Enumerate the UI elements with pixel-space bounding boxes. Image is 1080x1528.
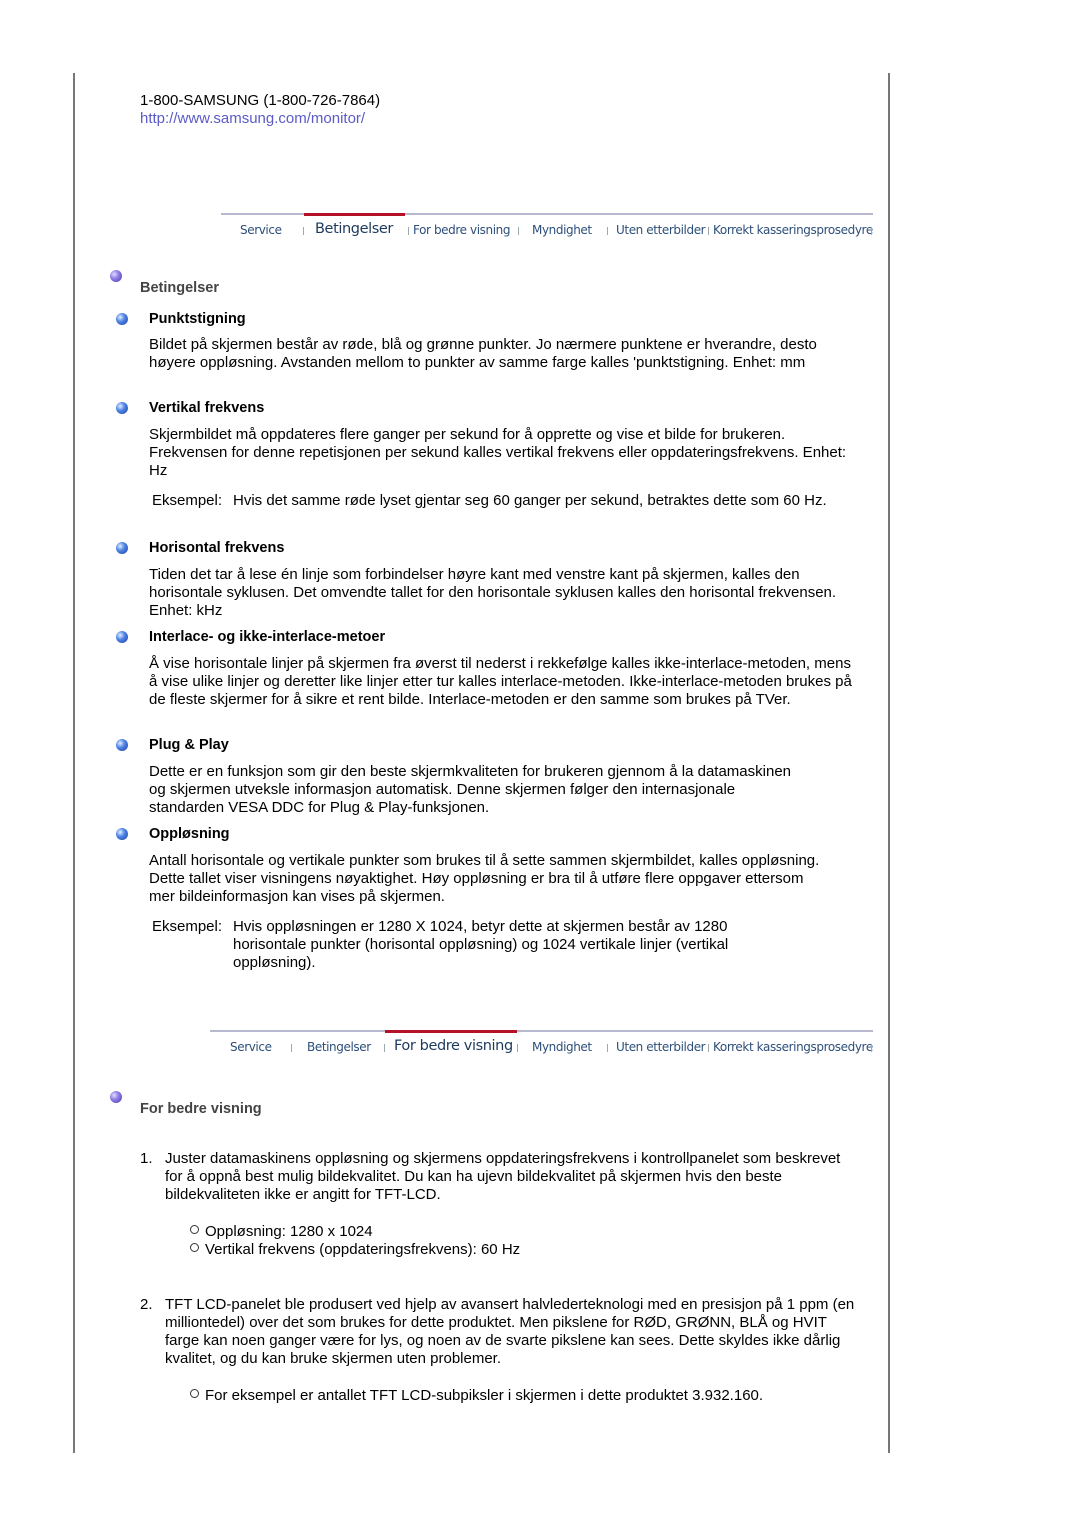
nav-separator <box>291 1044 292 1052</box>
term-description: Å vise horisontale linjer på skjermen fr… <box>149 655 852 708</box>
term-description: Antall horisontale og vertikale punkter … <box>149 852 820 905</box>
nav-tab-for-bedre-visning[interactable]: For bedre visning <box>385 1030 517 1062</box>
bullet-ball-icon <box>116 402 128 414</box>
nav-tab-for-bedre-visning[interactable]: For bedre visning <box>411 215 516 245</box>
nav-separator <box>708 1044 709 1052</box>
bullet-ball-icon <box>116 828 128 840</box>
nav-tab-myndighet[interactable]: Myndighet <box>521 215 601 245</box>
list-item-number: 2. <box>140 1296 153 1313</box>
example-label: Eksempel: <box>152 492 223 509</box>
list-item-text: Juster datamaskinens oppløsning og skjer… <box>165 1150 841 1203</box>
nav-separator <box>871 1044 872 1052</box>
sub-list-item: For eksempel er antallet TFT LCD-subpiks… <box>190 1387 763 1405</box>
nav-tab-uten-etterbilder[interactable]: Uten etterbilder <box>611 1032 711 1062</box>
nav-tab-uten-etterbilder[interactable]: Uten etterbilder <box>611 215 711 245</box>
nav-separator <box>871 227 872 235</box>
circle-bullet-icon <box>190 1389 199 1398</box>
example-text: Hvis oppløsningen er 1280 X 1024, betyr … <box>233 918 729 971</box>
support-phone: 1-800-SAMSUNG (1-800-726-7864) <box>140 92 381 109</box>
bullet-ball-icon <box>116 542 128 554</box>
circle-bullet-icon <box>190 1243 199 1252</box>
support-url-link[interactable]: http://www.samsung.com/monitor/ <box>140 110 380 128</box>
bullet-ball-icon <box>116 739 128 751</box>
bullet-ball-icon <box>116 313 128 325</box>
contact-block: 1-800-SAMSUNG (1-800-726-7864) http://ww… <box>140 92 380 128</box>
list-item-number: 1. <box>140 1150 153 1167</box>
example-label: Eksempel: <box>152 918 223 935</box>
nav-separator <box>518 227 519 235</box>
term-description: Dette er en funksjon som gir den beste s… <box>149 763 792 816</box>
nav-tab-betingelser[interactable]: Betingelser <box>295 1032 385 1062</box>
circle-bullet-icon <box>190 1225 199 1234</box>
sub-list-item: Oppløsning: 1280 x 1024 <box>190 1223 373 1241</box>
bullet-ball-icon <box>116 631 128 643</box>
nav-tab-korrekt-kasseringsprosedyre[interactable]: Korrekt kasseringsprosedyre <box>711 1032 873 1062</box>
nav-tab-myndighet[interactable]: Myndighet <box>521 1032 601 1062</box>
term-description: Tiden det tar å lese én linje som forbin… <box>149 566 837 619</box>
nav-separator <box>607 227 608 235</box>
nav-bar-top: Service Betingelser For bedre visning My… <box>221 213 873 245</box>
bullet-ball-icon <box>110 1091 122 1103</box>
nav-bar-bottom: Service Betingelser For bedre visning My… <box>210 1030 873 1062</box>
nav-separator <box>517 1044 518 1052</box>
sub-list-item: Vertikal frekvens (oppdateringsfrekvens)… <box>190 1241 520 1259</box>
bullet-ball-icon <box>110 270 122 282</box>
nav-tab-korrekt-kasseringsprosedyre[interactable]: Korrekt kasseringsprosedyre <box>711 215 873 245</box>
list-item-text: TFT LCD-panelet ble produsert ved hjelp … <box>165 1296 855 1367</box>
nav-tab-service[interactable]: Service <box>210 1032 290 1062</box>
nav-tab-betingelser[interactable]: Betingelser <box>304 213 405 245</box>
example-text: Hvis det samme røde lyset gjentar seg 60… <box>233 492 827 509</box>
nav-tab-service[interactable]: Service <box>221 215 301 245</box>
page-border-left <box>73 73 75 1453</box>
term-description: Bildet på skjermen består av røde, blå o… <box>149 336 817 371</box>
term-description: Skjermbildet må oppdateres flere ganger … <box>149 426 847 479</box>
page-border-right <box>888 73 890 1453</box>
nav-separator <box>708 227 709 235</box>
nav-separator <box>607 1044 608 1052</box>
nav-separator <box>408 227 409 235</box>
